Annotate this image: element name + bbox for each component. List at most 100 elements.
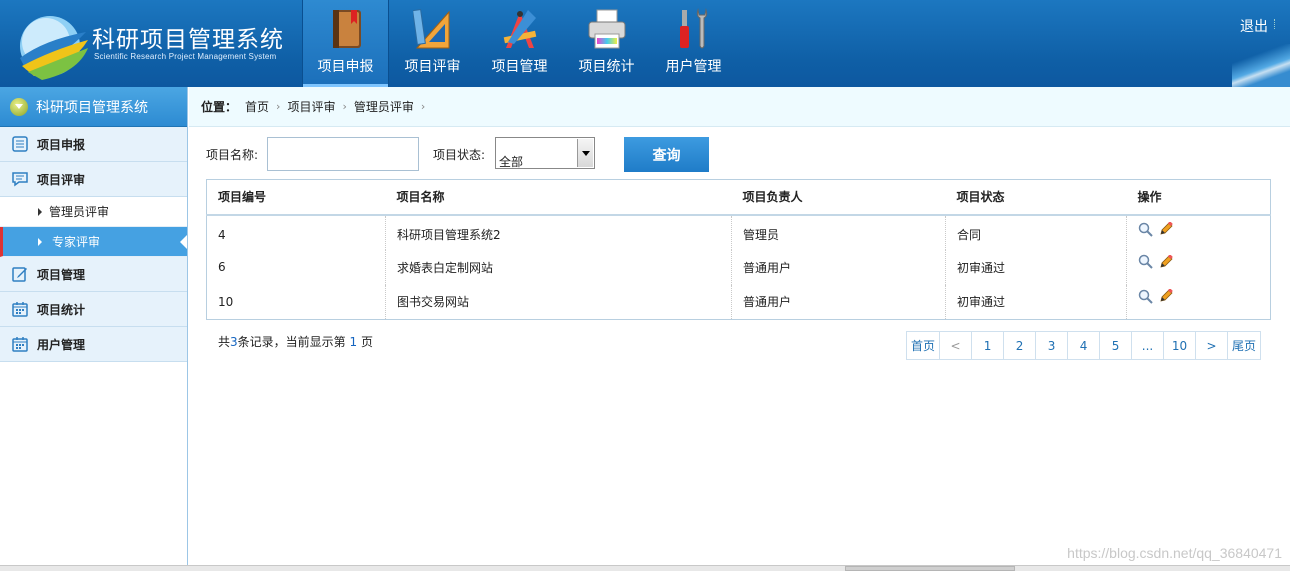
cell-owner: 普通用户 — [731, 249, 946, 285]
summary-text: 共 — [218, 335, 231, 349]
table-row: 6 求婚表白定制网站 普通用户 初审通过 — [206, 249, 1271, 285]
edit-icon — [12, 267, 27, 282]
list-icon — [12, 136, 28, 152]
breadcrumb: 位置： 首页 › 项目评审 › 管理员评审 › — [189, 87, 1290, 127]
project-status-value: 全部 — [499, 155, 524, 169]
project-status-label: 项目状态: — [433, 148, 486, 162]
scrollbar-thumb[interactable] — [845, 566, 1015, 571]
nav-label: 用户管理 — [665, 59, 722, 75]
nav-item-project-stats[interactable]: 项目统计 — [563, 0, 650, 87]
cell-name: 图书交易网站 — [385, 284, 732, 320]
cell-id: 6 — [206, 249, 386, 285]
table-row: 4 科研项目管理系统2 管理员 合同 — [206, 214, 1271, 250]
nav-label: 项目统计 — [578, 59, 635, 75]
pager-page-2[interactable]: 2 — [1004, 332, 1037, 359]
nav-label: 项目管理 — [491, 59, 548, 75]
calendar-icon — [12, 337, 28, 352]
cell-owner: 管理员 — [731, 214, 946, 250]
project-status-select[interactable]: 全部 — [495, 137, 595, 169]
summary-total: 3 — [230, 335, 238, 349]
pagination: 首页 < 1 2 3 4 5 ... 10 > 尾页 — [906, 331, 1262, 360]
pager-page-3[interactable]: 3 — [1036, 332, 1069, 359]
sidebar-header[interactable]: 科研项目管理系统 — [0, 87, 187, 127]
nav-item-project-apply[interactable]: 项目申报 — [302, 0, 389, 87]
chevron-right-icon: › — [420, 100, 426, 113]
cell-name: 科研项目管理系统2 — [385, 214, 732, 250]
app-title: 科研项目管理系统 — [92, 27, 284, 53]
sidebar: 科研项目管理系统 项目申报 项目评审 管理员评审 专家评审 项目管理 项目统计 … — [0, 87, 188, 571]
breadcrumb-prefix: 位置： — [201, 100, 238, 114]
sidebar-subitem-expert-review[interactable]: 专家评审 — [0, 227, 187, 257]
pager-page-10[interactable]: 10 — [1164, 332, 1197, 359]
cell-id: 4 — [206, 214, 386, 250]
pager-page-5[interactable]: 5 — [1100, 332, 1133, 359]
logo: 科研项目管理系统 Scientific Research Project Man… — [10, 6, 295, 84]
pencil-icon[interactable] — [1159, 254, 1173, 269]
tools-icon — [680, 8, 708, 49]
nav-label: 项目评审 — [404, 59, 461, 75]
query-button[interactable]: 查询 — [624, 137, 709, 172]
cell-id: 10 — [206, 284, 386, 320]
column-header: 项目负责人 — [731, 179, 946, 216]
breadcrumb-item-review[interactable]: 项目评审 — [287, 98, 335, 115]
summary-text: 条记录，当前显示第 — [237, 335, 350, 349]
horizontal-scrollbar[interactable] — [0, 565, 1290, 571]
nav-label: 项目申报 — [317, 59, 374, 75]
chevron-right-icon: › — [342, 100, 347, 113]
printer-icon — [588, 9, 626, 49]
sidebar-subitem-admin-review[interactable]: 管理员评审 — [0, 197, 187, 227]
nav-item-project-manage[interactable]: 项目管理 — [476, 0, 563, 87]
chevron-right-icon: › — [276, 100, 281, 113]
project-name-label: 项目名称: — [206, 148, 259, 162]
top-nav: 项目申报 项目评审 项目管理 项目统计 用户管理 — [302, 0, 737, 87]
project-name-input[interactable] — [267, 137, 419, 171]
breadcrumb-item-home[interactable]: 首页 — [245, 98, 269, 115]
sidebar-subitem-label: 专家评审 — [52, 235, 101, 249]
watermark: https://blog.csdn.net/qq_36840471 — [1067, 545, 1282, 561]
magnifier-icon[interactable] — [1138, 222, 1153, 237]
column-header: 项目编号 — [206, 179, 386, 216]
cell-owner: 普通用户 — [731, 284, 946, 320]
logout-link[interactable]: 退出 — [1240, 16, 1268, 36]
collapse-circle-icon — [10, 97, 28, 116]
project-table: 项目编号 项目名称 项目负责人 项目状态 操作 4 科研项目管理系统2 管理员 … — [206, 179, 1271, 320]
nav-item-project-review[interactable]: 项目评审 — [389, 0, 476, 87]
cell-status: 初审通过 — [945, 284, 1127, 320]
pager-last[interactable]: 尾页 — [1228, 332, 1261, 359]
sidebar-item-label: 项目评审 — [37, 172, 86, 187]
sidebar-item-label: 项目管理 — [37, 267, 86, 282]
pager-page-1[interactable]: 1 — [972, 332, 1005, 359]
sidebar-item-project-review[interactable]: 项目评审 — [0, 162, 187, 197]
sidebar-item-project-apply[interactable]: 项目申报 — [0, 127, 187, 162]
breadcrumb-item-admin-review[interactable]: 管理员评审 — [354, 98, 414, 115]
record-summary: 共3条记录，当前显示第 1 页 — [218, 333, 373, 350]
table-header-row: 项目编号 项目名称 项目负责人 项目状态 操作 — [206, 179, 1271, 216]
calendar-icon — [12, 302, 28, 317]
top-header: 科研项目管理系统 Scientific Research Project Man… — [0, 0, 1290, 87]
pager-first[interactable]: 首页 — [907, 332, 941, 359]
globe-logo-icon — [20, 16, 88, 80]
cell-name: 求婚表白定制网站 — [385, 249, 732, 285]
summary-page: 1 — [349, 335, 358, 349]
drafting-tools-icon — [503, 10, 537, 48]
pencil-icon[interactable] — [1159, 289, 1173, 303]
magnifier-icon[interactable] — [1138, 254, 1153, 269]
pager-prev-icon[interactable]: < — [940, 332, 973, 359]
column-header: 项目名称 — [385, 179, 732, 216]
sidebar-item-label: 用户管理 — [37, 337, 86, 352]
table-row: 10 图书交易网站 普通用户 初审通过 — [206, 284, 1271, 320]
sidebar-item-user-manage[interactable]: 用户管理 — [0, 327, 187, 362]
sidebar-item-project-stats[interactable]: 项目统计 — [0, 292, 187, 327]
dropdown-arrow-icon[interactable] — [577, 139, 593, 167]
app-subtitle: Scientific Research Project Management S… — [94, 52, 277, 61]
header-decoration — [1232, 44, 1290, 87]
cell-status: 合同 — [945, 214, 1127, 250]
pager-next-icon[interactable]: > — [1196, 332, 1229, 359]
magnifier-icon[interactable] — [1138, 289, 1153, 304]
pager-page-4[interactable]: 4 — [1068, 332, 1101, 359]
sidebar-item-project-manage[interactable]: 项目管理 — [0, 257, 187, 292]
sidebar-item-label: 项目统计 — [37, 302, 86, 317]
nav-item-user-manage[interactable]: 用户管理 — [650, 0, 737, 87]
book-icon — [333, 10, 361, 48]
pencil-icon[interactable] — [1159, 222, 1173, 236]
